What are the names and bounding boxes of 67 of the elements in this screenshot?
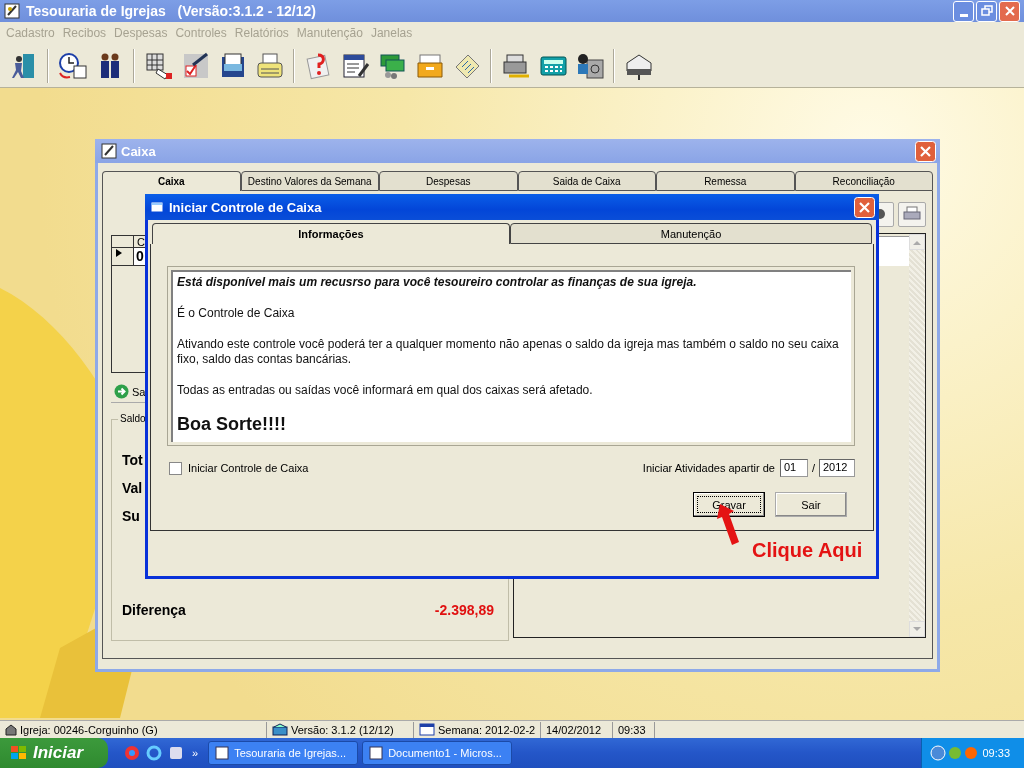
close-button[interactable] <box>999 0 1020 22</box>
minimize-icon <box>959 13 968 17</box>
app-icon[interactable] <box>168 745 184 761</box>
month-field[interactable]: 01 <box>779 459 808 477</box>
tab[interactable]: Remessa <box>656 171 795 191</box>
print-button[interactable] <box>898 201 926 227</box>
clock: 09:33 <box>982 747 1010 759</box>
taskbar-button[interactable]: Tesouraria de Igrejas... <box>208 741 359 765</box>
tab[interactable]: Manutenção <box>510 223 872 244</box>
window-title: Caixa <box>121 143 156 159</box>
balance-value: -2.398,89 <box>434 602 494 618</box>
status-text: Semana: 2012-02-2 <box>438 723 536 736</box>
start-label: Iniciar Atividades apartir de <box>642 462 775 474</box>
save-button[interactable]: Gravar <box>693 492 765 517</box>
arrow-icon <box>114 384 129 399</box>
checkbox[interactable] <box>169 461 182 475</box>
clock-icon[interactable] <box>57 50 88 81</box>
paragraph: Está disponível mais um recusrso para você tesoureiro controlar as finanças de sua igreja. <box>177 275 698 290</box>
windows-flag-icon <box>10 745 28 761</box>
building-icon <box>5 723 17 736</box>
tab[interactable]: Saida de Caixa <box>517 171 656 191</box>
status-text: 14/02/2012 <box>546 723 602 736</box>
tab[interactable]: Informações <box>152 223 510 244</box>
status-text: Versão: 3.1.2 (12/12) <box>291 723 394 736</box>
keypad-hand-icon[interactable] <box>143 50 174 81</box>
status-text: 09:33 <box>618 723 646 736</box>
balance-label: Diferença <box>122 602 186 618</box>
typewriter-icon[interactable] <box>254 50 285 81</box>
close-button[interactable] <box>854 196 875 218</box>
tab[interactable]: Despesas <box>379 171 518 191</box>
paragraph: Todas as entradas ou saídas você informará em qual dos caixas será afetado. <box>177 383 594 398</box>
browser-icon[interactable] <box>124 745 140 761</box>
restore-icon <box>980 5 993 17</box>
window-icon <box>151 201 163 213</box>
more-button[interactable]: » <box>192 747 199 759</box>
balance-label: Val <box>122 480 143 496</box>
closing-text: Boa Sorte!!!! <box>177 414 287 434</box>
printer-icon <box>903 206 921 222</box>
tab[interactable]: Caixa <box>102 171 241 191</box>
app-logo-icon <box>101 143 117 159</box>
app-logo-icon <box>4 3 20 19</box>
tray-icons[interactable] <box>930 745 979 761</box>
row-pointer-icon <box>115 248 123 258</box>
window-title: Tesouraria de Igrejas (Versão:3.1.2 - 12/12) <box>26 3 316 19</box>
minimize-button[interactable] <box>953 0 974 22</box>
start-button[interactable]: Iniciar <box>0 738 108 768</box>
exit-button[interactable]: Sair <box>775 492 847 517</box>
calendar-icon <box>419 723 435 736</box>
date-separator: / <box>811 462 815 474</box>
dialog-title: Iniciar Controle de Caixa <box>169 199 322 215</box>
paragraph: Ativando este controle você poderá ter a qualquer momento não apenas o saldo da igreja mas também o saldo no seu caixa fixo, saldo das contas bancárias. <box>177 337 840 367</box>
taskbar-button[interactable]: Documento1 - Micros... <box>362 741 513 765</box>
checkbox-label: Iniciar Controle de Caixa <box>188 462 309 474</box>
window-icon <box>369 746 384 760</box>
paragraph: É o Controle de Caixa <box>177 306 296 321</box>
close-icon <box>1003 5 1016 17</box>
status-text: Igreja: 00246-Corguinho (G) <box>20 723 158 736</box>
package-icon <box>272 723 288 736</box>
balance-label: Su <box>122 508 140 524</box>
restore-button[interactable] <box>976 0 997 22</box>
window-icon <box>215 746 230 760</box>
year-field[interactable]: 2012 <box>819 459 855 477</box>
tab[interactable]: Destino Valores da Semana <box>240 171 379 191</box>
close-button[interactable] <box>915 140 936 162</box>
tab[interactable]: Reconciliação <box>794 171 933 191</box>
annotation-text: Clique Aqui <box>752 539 863 562</box>
balance-label: Tot <box>122 452 143 468</box>
